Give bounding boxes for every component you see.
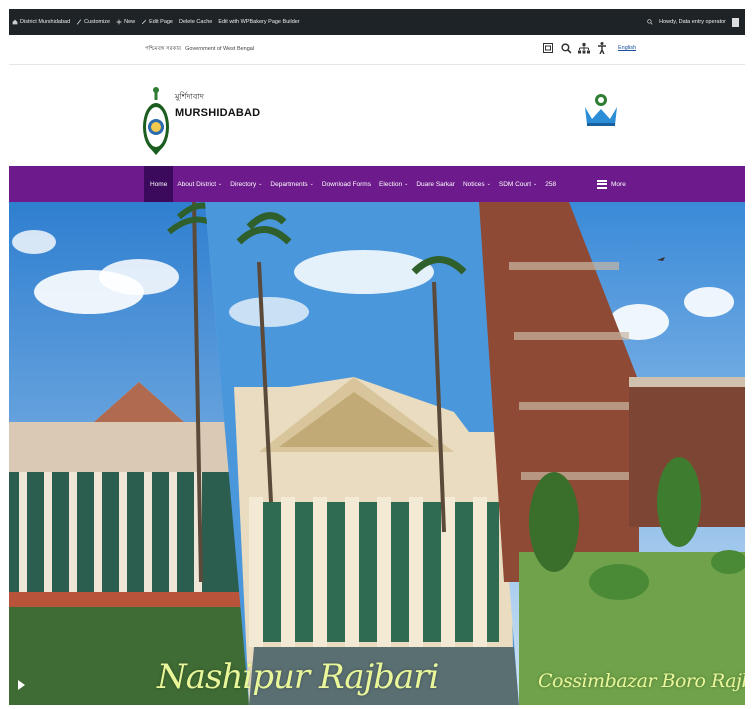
wpbakery-link[interactable]: Edit with WPBakery Page Builder [215, 19, 302, 25]
nav-item-label: Home [150, 180, 168, 188]
chevron-down-icon: ⌄ [309, 181, 314, 187]
site-name-label: District Murshidabad [20, 19, 71, 25]
government-en: Government of West Bengal [185, 46, 255, 52]
biswa-bangla-logo[interactable] [582, 89, 620, 129]
main-navigation: Home About District ⌄ Directory ⌄ Departme… [9, 166, 745, 202]
nav-item-label: Notices [462, 180, 485, 188]
nav-item-258[interactable]: 258 [541, 166, 560, 202]
customize-label: Customize [84, 19, 111, 25]
nav-item-label: Election [378, 180, 403, 188]
avatar[interactable] [732, 17, 739, 27]
chevron-down-icon: ⌄ [218, 181, 223, 187]
site-name-link[interactable]: District Murshidabad [9, 19, 73, 25]
chevron-down-icon: ⌄ [404, 181, 409, 187]
hero-slider[interactable]: Nashipur Rajbari Cossimbazar Boro Rajbar… [9, 202, 745, 705]
delete-cache-link[interactable]: Delete Cache [176, 19, 215, 25]
home-icon [12, 19, 18, 25]
nav-item-download-forms[interactable]: Download Forms [318, 166, 375, 202]
wpbakery-label: Edit with WPBakery Page Builder [218, 19, 300, 25]
edit-page-label: Edit Page [149, 19, 173, 25]
district-emblem-logo[interactable] [141, 75, 171, 160]
play-icon[interactable] [18, 680, 25, 690]
government-bn: পশ্চিমবঙ্গ সরকার [145, 46, 182, 52]
nav-item-about-district[interactable]: About District ⌄ [173, 166, 226, 202]
district-name-bn: মুর্শিদাবাদ [175, 92, 204, 101]
brush-icon [76, 19, 82, 25]
site-header: মুর্শিদাবাদ MURSHIDABAD [9, 65, 745, 166]
more-menu-button[interactable]: More [597, 166, 626, 202]
accessibility-icon[interactable] [596, 42, 608, 54]
panel-right [479, 202, 745, 705]
accessibility-tools: English [542, 42, 636, 54]
panel-center [205, 202, 519, 705]
brand[interactable]: মুর্শিদাবাদ MURSHIDABAD [175, 91, 260, 119]
top-strip: পশ্চিমবঙ্গ সরকার Government of West Beng… [9, 35, 745, 65]
slide-caption-nashipur: Nashipur Rajbari [157, 657, 439, 697]
nav-item-label: Duare Sarkar [416, 180, 455, 188]
district-name-en: MURSHIDABAD [175, 107, 261, 119]
nav-item-label: Departments [270, 180, 308, 188]
nav-item-home[interactable]: Home [144, 166, 174, 202]
nav-item-election[interactable]: Election ⌄ [375, 166, 412, 202]
language-link[interactable]: English [618, 45, 636, 51]
search-icon[interactable] [560, 42, 572, 54]
government-label: পশ্চিমবঙ্গ সরকার Government of West Beng… [145, 46, 254, 54]
chevron-down-icon: ⌄ [533, 181, 538, 187]
nav-item-sdm-court[interactable]: SDM Court ⌄ [495, 166, 541, 202]
nav-item-label: SDM Court [498, 180, 532, 188]
chevron-down-icon: ⌄ [486, 181, 491, 187]
nav-item-departments[interactable]: Departments ⌄ [266, 166, 317, 202]
wp-admin-bar: District Murshidabad Customize New Edit … [9, 9, 745, 35]
new-label: New [124, 19, 136, 25]
nav-item-label: Directory [230, 180, 257, 188]
chevron-down-icon: ⌄ [258, 181, 263, 187]
hero-image [9, 202, 745, 705]
screen-reader-icon[interactable] [542, 42, 554, 54]
howdy-account-link[interactable]: Howdy, Data entry operator [659, 19, 726, 25]
nav-item-label: About District [177, 180, 216, 188]
nav-item-directory[interactable]: Directory ⌄ [226, 166, 266, 202]
more-label: More [611, 180, 626, 188]
search-icon[interactable] [647, 19, 653, 25]
customize-link[interactable]: Customize [73, 19, 113, 25]
new-link[interactable]: New [113, 19, 138, 25]
edit-page-link[interactable]: Edit Page [138, 19, 176, 25]
nav-item-notices[interactable]: Notices ⌄ [459, 166, 495, 202]
nav-item-label: Download Forms [321, 180, 371, 188]
slide-caption-cossimbazar: Cossimbazar Boro Rajbari [538, 670, 745, 692]
delete-cache-label: Delete Cache [179, 19, 213, 25]
nav-item-label: 258 [545, 180, 557, 188]
nav-item-duare-sarkar[interactable]: Duare Sarkar [412, 166, 459, 202]
pencil-icon [142, 19, 147, 25]
plus-icon [116, 19, 122, 25]
hamburger-icon [597, 179, 607, 189]
sitemap-icon[interactable] [578, 42, 590, 54]
